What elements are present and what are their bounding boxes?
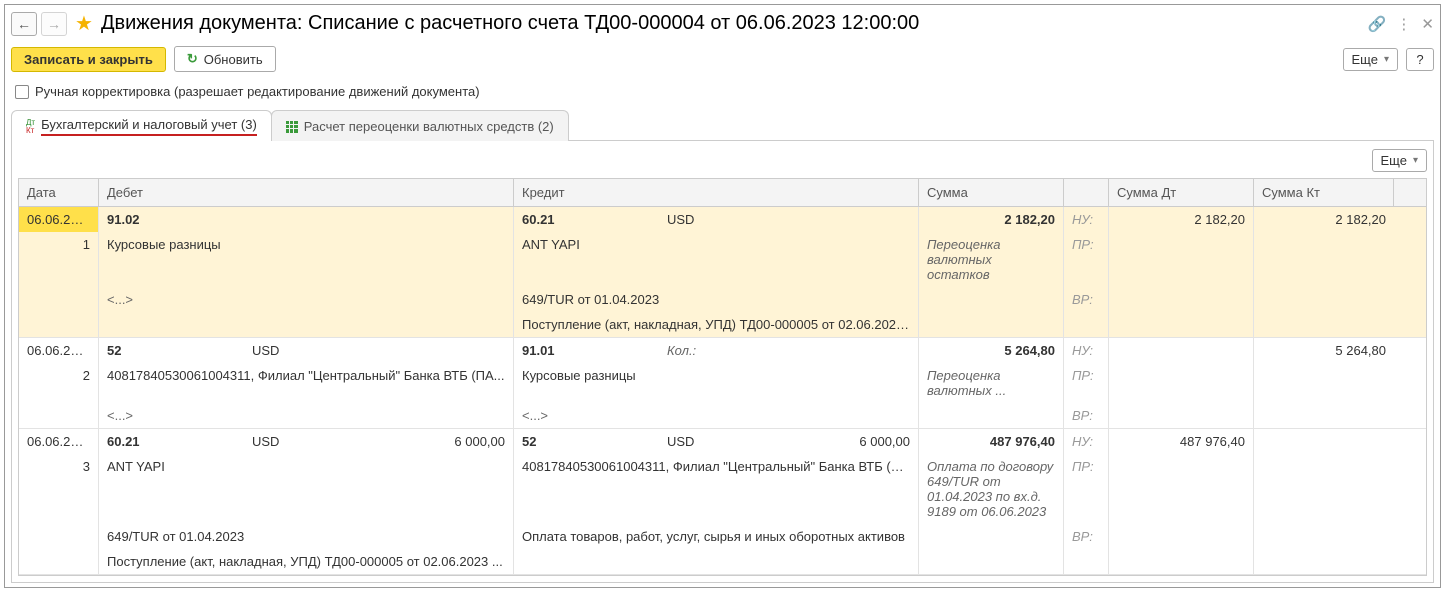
debit-amount (382, 343, 505, 358)
postings-table: Дата Дебет Кредит Сумма Сумма Дт Сумма К… (18, 178, 1427, 576)
debit-currency: USD (252, 434, 382, 449)
manual-edit-label: Ручная корректировка (разрешает редактир… (35, 84, 480, 99)
debit-detail: <...> (99, 287, 514, 312)
debit-detail: 40817840530061004311, Филиал "Центральны… (99, 363, 514, 403)
col-date[interactable]: Дата (19, 179, 99, 206)
credit-detail: 649/TUR от 01.04.2023 (514, 287, 919, 312)
debit-account: 91.02 (107, 212, 252, 227)
credit-detail: ANT YAPI (514, 232, 919, 287)
favorite-star-icon[interactable]: ★ (75, 11, 93, 36)
debit-currency: USD (252, 343, 382, 358)
debit-detail: Курсовые разницы (99, 232, 514, 287)
debit-amount: 6 000,00 (382, 434, 505, 449)
nav-back-button[interactable]: ← (11, 12, 37, 36)
cell-sum-kt (1254, 429, 1394, 454)
tag-pr: ПР: (1064, 454, 1109, 524)
debit-detail: <...> (99, 403, 514, 428)
tab-revaluation[interactable]: Расчет переоценки валютных средств (2) (271, 110, 569, 141)
cell-index: 1 (19, 232, 99, 287)
credit-detail: Оплата товаров, работ, услуг, сырья и ин… (514, 524, 919, 549)
save-and-close-label: Записать и закрыть (24, 52, 153, 67)
credit-detail: <...> (514, 403, 919, 428)
tag-vr: ВР: (1064, 524, 1109, 549)
table-row[interactable]: 06.06.2023 91.02 60.21USD 2 182,20 НУ: 2… (19, 207, 1426, 338)
refresh-icon: ↻ (187, 51, 198, 67)
credit-currency: USD (667, 434, 797, 449)
debit-account: 60.21 (107, 434, 252, 449)
refresh-button[interactable]: ↻ Обновить (174, 46, 276, 72)
grid-icon (286, 121, 298, 133)
cell-note: Переоценка валютных остатков (919, 232, 1064, 287)
close-icon[interactable]: ✕ (1421, 15, 1434, 33)
credit-amount (797, 343, 910, 358)
debit-amount (382, 212, 505, 227)
col-credit[interactable]: Кредит (514, 179, 919, 206)
cell-date: 06.06.2023 (19, 207, 99, 232)
debit-currency (252, 212, 382, 227)
col-tag (1064, 179, 1109, 206)
cell-sum: 487 976,40 (919, 429, 1064, 454)
col-sum-kt[interactable]: Сумма Кт (1254, 179, 1394, 206)
help-label: ? (1416, 52, 1423, 67)
debit-detail: 649/TUR от 01.04.2023 (99, 524, 514, 549)
credit-account: 52 (522, 434, 667, 449)
panel-more-label: Еще (1381, 153, 1407, 168)
col-sum-dt[interactable]: Сумма Дт (1109, 179, 1254, 206)
credit-detail: Курсовые разницы (514, 363, 919, 403)
window-menu-icon[interactable] (1396, 15, 1411, 33)
credit-account: 60.21 (522, 212, 667, 227)
dtkt-icon: ДтКт (26, 119, 35, 135)
table-row[interactable]: 06.06.2023 52USD 91.01Кол.: 5 264,80 НУ:… (19, 338, 1426, 429)
tab-revaluation-label: Расчет переоценки валютных средств (2) (304, 119, 554, 134)
help-button[interactable]: ? (1406, 48, 1434, 71)
table-row[interactable]: 06.06.2023 60.21USD6 000,00 52USD6 000,0… (19, 429, 1426, 575)
tag-nu: НУ: (1064, 207, 1109, 232)
cell-note: Оплата по договору 649/TUR от 01.04.2023… (919, 454, 1064, 524)
cell-index: 2 (19, 363, 99, 403)
more-button[interactable]: Еще (1343, 48, 1398, 71)
tab-accounting-label: Бухгалтерский и налоговый учет (3) (41, 117, 257, 136)
page-title: Движения документа: Списание с расчетног… (101, 12, 1358, 35)
refresh-label: Обновить (204, 52, 263, 67)
credit-account: 91.01 (522, 343, 667, 358)
credit-amount (797, 212, 910, 227)
credit-detail: 40817840530061004311, Филиал "Центральны… (514, 454, 919, 524)
save-and-close-button[interactable]: Записать и закрыть (11, 47, 166, 72)
panel-more-button[interactable]: Еще (1372, 149, 1427, 172)
tag-nu: НУ: (1064, 429, 1109, 454)
cell-sum-kt: 5 264,80 (1254, 338, 1394, 363)
tag-nu: НУ: (1064, 338, 1109, 363)
cell-index: 3 (19, 454, 99, 524)
cell-sum-dt (1109, 338, 1254, 363)
debit-account: 52 (107, 343, 252, 358)
cell-date: 06.06.2023 (19, 338, 99, 363)
credit-detail: Поступление (акт, накладная, УПД) ТД00-0… (514, 312, 919, 337)
manual-edit-checkbox[interactable] (15, 85, 29, 99)
tag-vr: ВР: (1064, 403, 1109, 428)
cell-sum: 2 182,20 (919, 207, 1064, 232)
cell-sum-dt: 2 182,20 (1109, 207, 1254, 232)
cell-note: Переоценка валютных ... (919, 363, 1064, 403)
link-icon[interactable]: 🔗 (1368, 15, 1387, 33)
cell-sum-kt: 2 182,20 (1254, 207, 1394, 232)
debit-detail: Поступление (акт, накладная, УПД) ТД00-0… (99, 549, 514, 574)
credit-qty-label: Кол.: (667, 343, 797, 358)
cell-sum-dt: 487 976,40 (1109, 429, 1254, 454)
tag-vr: ВР: (1064, 287, 1109, 312)
tag-pr: ПР: (1064, 232, 1109, 287)
col-sum[interactable]: Сумма (919, 179, 1064, 206)
cell-sum: 5 264,80 (919, 338, 1064, 363)
more-label: Еще (1352, 52, 1378, 67)
nav-forward-button[interactable]: → (41, 12, 67, 36)
col-debit[interactable]: Дебет (99, 179, 514, 206)
credit-currency: USD (667, 212, 797, 227)
tag-pr: ПР: (1064, 363, 1109, 403)
debit-detail: ANT YAPI (99, 454, 514, 524)
tab-accounting[interactable]: ДтКт Бухгалтерский и налоговый учет (3) (11, 110, 272, 141)
cell-date: 06.06.2023 (19, 429, 99, 454)
credit-amount: 6 000,00 (797, 434, 910, 449)
